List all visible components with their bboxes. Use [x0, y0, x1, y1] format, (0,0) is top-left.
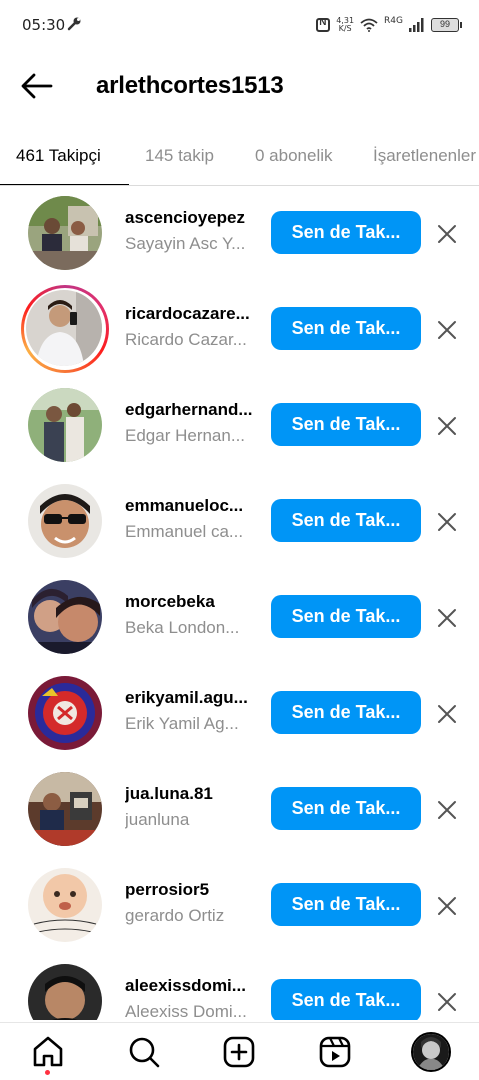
- bottom-nav: [0, 1022, 479, 1080]
- username[interactable]: edgarhernand...: [125, 400, 260, 420]
- follower-list[interactable]: ascencioyepez Sayayin Asc Y... Sen de Ta…: [0, 188, 479, 1020]
- list-item[interactable]: emmanueloc... Emmanuel ca... Sen de Tak.…: [0, 476, 479, 572]
- wrench-icon: [67, 17, 81, 31]
- avatar[interactable]: [26, 290, 102, 366]
- list-item[interactable]: erikyamil.agu... Erik Yamil Ag... Sen de…: [0, 668, 479, 764]
- full-name: Ricardo Cazar...: [125, 330, 247, 349]
- header: arlethcortes1513: [0, 60, 479, 112]
- follow-back-button[interactable]: Sen de Tak...: [271, 883, 421, 926]
- follow-back-button[interactable]: Sen de Tak...: [271, 499, 421, 542]
- avatar[interactable]: [28, 580, 102, 654]
- full-name: Edgar Hernan...: [125, 426, 246, 445]
- full-name: Aleexiss Domi...: [125, 1002, 247, 1020]
- follow-back-button[interactable]: Sen de Tak...: [271, 211, 421, 254]
- avatar[interactable]: [28, 676, 102, 750]
- avatar[interactable]: [28, 868, 102, 942]
- page-title: arlethcortes1513: [96, 72, 284, 99]
- avatar[interactable]: [28, 484, 102, 558]
- reels-icon[interactable]: [318, 1035, 352, 1069]
- follow-back-button[interactable]: Sen de Tak...: [271, 691, 421, 734]
- list-item[interactable]: morcebeka Beka London... Sen de Tak...: [0, 572, 479, 668]
- full-name: Emmanuel ca...: [125, 522, 244, 541]
- network-type: R4G: [384, 16, 403, 26]
- status-icons: 4,31 K/S R4G 99: [316, 15, 462, 35]
- close-icon[interactable]: [436, 703, 458, 725]
- follow-back-button[interactable]: Sen de Tak...: [271, 595, 421, 638]
- username[interactable]: morcebeka: [125, 592, 260, 612]
- network-speed: 4,31 K/S: [336, 16, 355, 33]
- status-time: 05:30: [22, 16, 66, 34]
- username[interactable]: ricardocazare...: [125, 304, 260, 324]
- back-arrow-icon[interactable]: [20, 71, 54, 101]
- status-bar: 05:30 4,31 K/S R4G 99: [0, 0, 479, 52]
- tab-bar: 461 Takipçi 145 takip 0 abonelik İşaretl…: [0, 130, 479, 186]
- tab-indicator: [0, 184, 129, 185]
- username[interactable]: erikyamil.agu...: [125, 688, 260, 708]
- tab-tagged[interactable]: İşaretlenenler: [373, 146, 476, 166]
- username[interactable]: emmanueloc...: [125, 496, 260, 516]
- username[interactable]: jua.luna.81: [125, 784, 260, 804]
- follow-back-button[interactable]: Sen de Tak...: [271, 403, 421, 446]
- close-icon[interactable]: [436, 415, 458, 437]
- follow-back-button[interactable]: Sen de Tak...: [271, 307, 421, 350]
- battery-icon: 99: [431, 18, 462, 32]
- close-icon[interactable]: [436, 895, 458, 917]
- list-item[interactable]: perrosior5 gerardo Ortiz Sen de Tak...: [0, 860, 479, 956]
- tab-subscriptions[interactable]: 0 abonelik: [255, 146, 333, 166]
- list-item[interactable]: jua.luna.81 juanluna Sen de Tak...: [0, 764, 479, 860]
- close-icon[interactable]: [436, 511, 458, 533]
- close-icon[interactable]: [436, 799, 458, 821]
- close-icon[interactable]: [436, 991, 458, 1013]
- list-item[interactable]: edgarhernand... Edgar Hernan... Sen de T…: [0, 380, 479, 476]
- list-item[interactable]: aleexissdomi... Aleexiss Domi... Sen de …: [0, 956, 479, 1020]
- avatar[interactable]: [28, 772, 102, 846]
- profile-avatar[interactable]: [411, 1032, 451, 1072]
- close-icon[interactable]: [436, 223, 458, 245]
- avatar[interactable]: [28, 196, 102, 270]
- search-icon[interactable]: [127, 1035, 161, 1069]
- full-name: Beka London...: [125, 618, 240, 637]
- close-icon[interactable]: [436, 319, 458, 341]
- home-icon[interactable]: [31, 1035, 65, 1069]
- username[interactable]: perrosior5: [125, 880, 260, 900]
- follow-back-button[interactable]: Sen de Tak...: [271, 787, 421, 830]
- full-name: gerardo Ortiz: [125, 906, 225, 925]
- full-name: Erik Yamil Ag...: [125, 714, 239, 733]
- avatar[interactable]: [28, 964, 102, 1020]
- nfc-icon: [316, 17, 331, 32]
- full-name: Sayayin Asc Y...: [125, 234, 246, 253]
- username[interactable]: ascencioyepez: [125, 208, 260, 228]
- full-name: juanluna: [125, 810, 190, 829]
- username[interactable]: aleexissdomi...: [125, 976, 260, 996]
- list-item[interactable]: ricardocazare... Ricardo Cazar... Sen de…: [0, 284, 479, 380]
- list-item[interactable]: ascencioyepez Sayayin Asc Y... Sen de Ta…: [0, 188, 479, 284]
- wifi-icon: [360, 18, 378, 32]
- close-icon[interactable]: [436, 607, 458, 629]
- notification-dot: [45, 1070, 50, 1075]
- signal-icon: [409, 18, 424, 32]
- tab-following[interactable]: 145 takip: [145, 146, 214, 166]
- follow-back-button[interactable]: Sen de Tak...: [271, 979, 421, 1020]
- avatar[interactable]: [28, 388, 102, 462]
- create-icon[interactable]: [222, 1035, 256, 1069]
- tab-followers[interactable]: 461 Takipçi: [16, 146, 101, 166]
